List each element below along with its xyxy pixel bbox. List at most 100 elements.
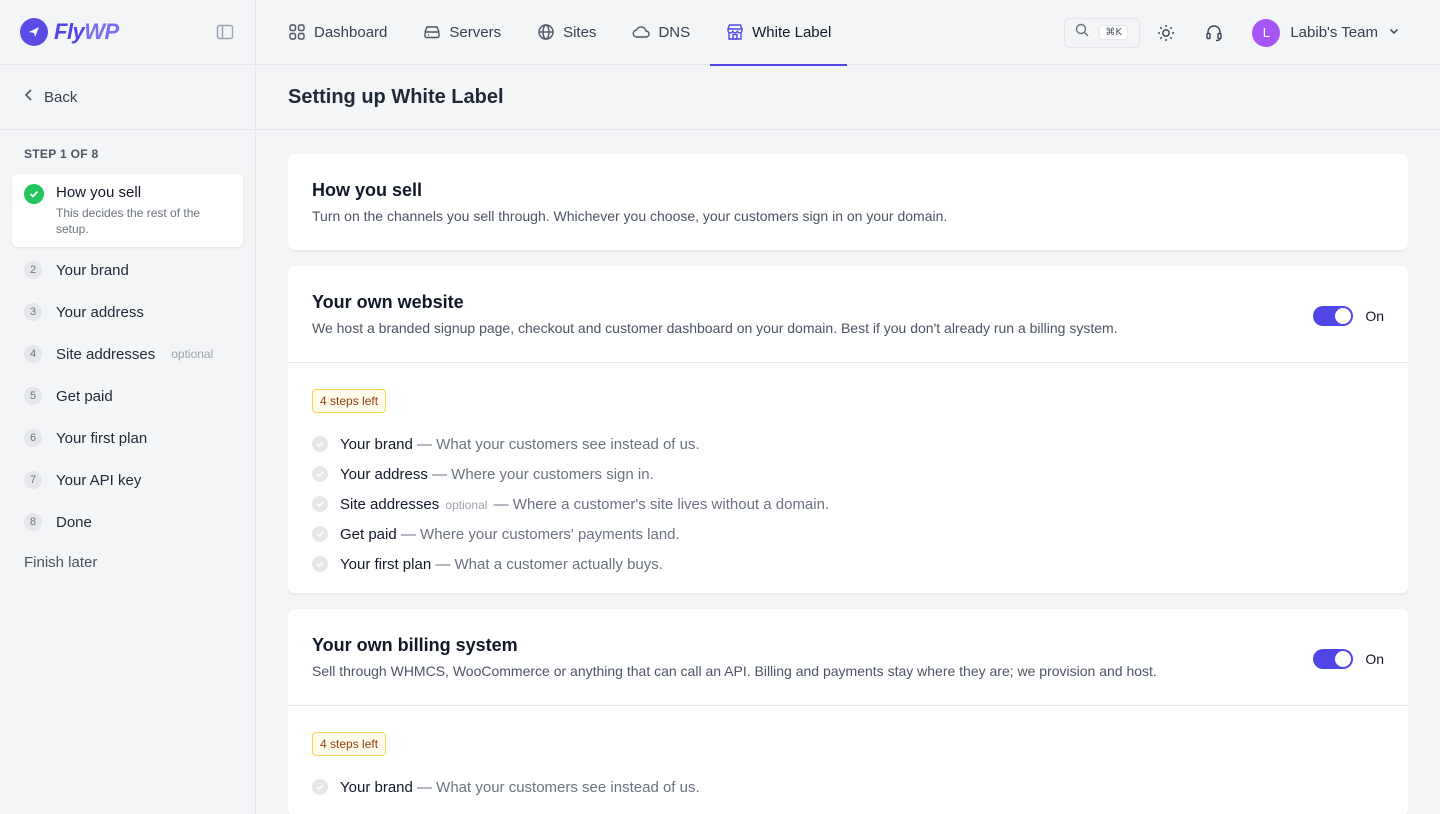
check-icon [312,466,328,482]
checklist-item-desc: — What your customers see instead of us. [417,435,700,453]
search-button[interactable]: ⌘K [1064,17,1141,48]
check-icon [312,526,328,542]
step-item-done[interactable]: 8 Done [0,501,255,543]
chevron-down-icon [1388,24,1400,41]
chevron-left-icon [22,88,36,106]
nav-tabs: Dashboard Servers Sites DNS White Label [282,0,861,66]
step-title: How you sell [56,184,142,201]
step-description: This decides the rest of the setup. [56,206,201,236]
checklist-item-desc: — What a customer actually buys. [435,555,663,573]
page-title: Setting up White Label [288,85,504,108]
checklist-item-name: Site addresses [340,495,440,513]
nav-tab-white-label[interactable]: White Label [710,0,848,66]
theme-toggle-sun-icon[interactable] [1144,18,1188,48]
nav-tab-label: Dashboard [314,23,388,41]
toggle-switch[interactable] [1313,306,1354,326]
toggle-label: On [1365,651,1384,667]
website-checklist: Your brand — What your customers see ins… [312,429,1384,579]
check-icon [312,436,328,452]
step-number: 8 [24,513,42,531]
team-switcher[interactable]: L Labib's Team [1252,18,1400,47]
checklist-item-name: Get paid [340,525,397,543]
nav-tab-label: Sites [563,23,597,41]
check-circle-icon [24,184,44,204]
checklist-item-name: Your brand [340,435,413,453]
sidebar-collapse-icon[interactable] [215,22,235,42]
nav-tab-label: White Label [752,23,832,41]
step-number: 5 [24,387,42,405]
back-label: Back [44,88,78,106]
nav-tab-dns[interactable]: DNS [626,0,696,65]
billing-description: Sell through WHMCS, WooCommerce or anyth… [312,663,1157,679]
step-number: 3 [24,303,42,321]
step-item-how-you-sell[interactable]: How you sell This decides the rest of th… [12,174,243,247]
step-item-site-addresses[interactable]: 4 Site addresses optional [0,333,255,375]
check-icon [312,779,328,795]
sidebar: FlyWP Back STEP 1 OF 8 How you sell This… [0,0,256,814]
nav-tab-label: Servers [449,23,502,41]
nav-tab-dashboard[interactable]: Dashboard [282,0,393,65]
step-counter: STEP 1 OF 8 [24,147,99,161]
check-icon [312,556,328,572]
brand-wordmark: FlyWP [54,19,119,44]
step-item-your-address[interactable]: 3 Your address [0,291,255,333]
step-number: 4 [24,345,42,363]
steps-left-badge: 4 steps left [312,732,387,756]
website-toggle[interactable]: On [1313,306,1384,326]
step-label: Your first plan [56,429,148,447]
flywp-logo-icon [20,18,48,46]
step-item-your-brand[interactable]: 2 Your brand [0,249,255,291]
toggle-switch[interactable] [1313,649,1354,669]
brand-logo[interactable]: FlyWP [20,18,119,46]
checklist-item-name: Your address [340,465,428,483]
billing-channel-card: Your own billing system Sell through WHM… [288,609,1408,814]
nav-tab-servers[interactable]: Servers [417,0,507,65]
check-icon [312,496,328,512]
checklist-item-name: Your brand [340,778,413,796]
step-label: Site addresses [56,345,156,363]
avatar: L [1252,18,1281,47]
step-item-your-api-key[interactable]: 7 Your API key [0,459,255,501]
billing-toggle[interactable]: On [1313,649,1384,669]
checklist-item-desc: — Where a customer's site lives without … [493,495,830,513]
nav-tab-label: DNS [658,23,691,41]
nav-tab-sites[interactable]: Sites [531,0,602,65]
intro-card: How you sell Turn on the channels you se… [288,154,1408,250]
step-item-get-paid[interactable]: 5 Get paid [0,375,255,417]
step-number: 7 [24,471,42,489]
steps-left-badge: 4 steps left [312,389,387,413]
finish-later-link[interactable]: Finish later [0,543,255,582]
shortcut-hint: ⌘K [1099,25,1128,40]
back-link[interactable]: Back [0,65,255,130]
step-label: Your address [56,303,144,321]
logo-row: FlyWP [0,0,255,65]
main-content: How you sell Turn on the channels you se… [288,154,1408,814]
support-headset-icon[interactable] [1192,18,1236,48]
step-label: Get paid [56,387,113,405]
optional-tag: optional [171,347,214,361]
step-number: 6 [24,429,42,447]
intro-description: Turn on the channels you sell through. W… [312,208,948,224]
step-item-your-first-plan[interactable]: 6 Your first plan [0,417,255,459]
checklist-item: Your address — Where your customers sign… [312,459,1384,489]
checklist-item: Your first plan — What a customer actual… [312,549,1384,579]
billing-checklist: Your brand — What your customers see ins… [312,772,1384,802]
checklist-item-desc: — Where your customers sign in. [432,465,654,483]
cloud-icon [632,23,651,41]
step-number: 2 [24,261,42,279]
search-icon [1075,23,1089,42]
checklist-item: Your brand — What your customers see ins… [312,772,1384,802]
checklist-item: Site addresses optional — Where a custom… [312,489,1384,519]
page-header: Setting up White Label [256,65,1440,130]
team-name: Labib's Team [1290,24,1378,41]
checklist-item-desc: — What your customers see instead of us. [417,778,700,796]
server-icon [423,23,441,41]
globe-icon [537,23,555,41]
checklist-item-desc: — Where your customers' payments land. [400,525,680,543]
step-list: 2 Your brand 3 Your address 4 Site addresses o… [0,249,255,543]
step-label: Your API key [56,471,142,489]
optional-tag: optional [445,497,488,512]
toggle-label: On [1365,308,1384,324]
storefront-icon [726,23,744,41]
checklist-item: Get paid — Where your customers' payment… [312,519,1384,549]
